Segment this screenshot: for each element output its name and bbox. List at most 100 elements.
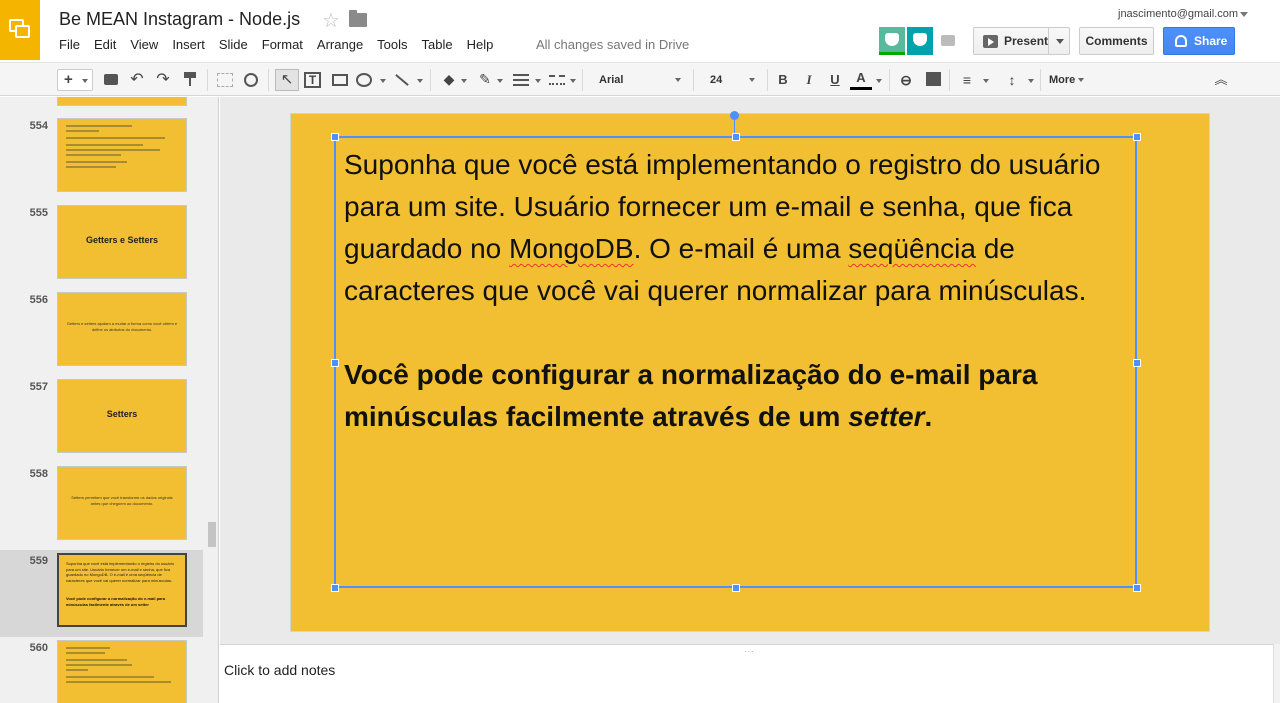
underline-button[interactable]: U: [827, 69, 843, 91]
notes-placeholder[interactable]: Click to add notes: [224, 662, 335, 678]
font-family-select[interactable]: Arial: [592, 69, 687, 91]
line-tool-dropdown-icon[interactable]: [414, 69, 423, 91]
menu-insert[interactable]: Insert: [165, 36, 212, 54]
resize-handle[interactable]: [331, 359, 339, 367]
border-weight-dropdown-icon[interactable]: [532, 69, 541, 91]
undo-icon[interactable]: ↶: [128, 69, 146, 91]
resize-handle[interactable]: [1133, 359, 1141, 367]
slides-logo-icon[interactable]: [0, 0, 40, 60]
fill-color-dropdown-icon[interactable]: [458, 69, 467, 91]
slide-thumbnail[interactable]: [57, 640, 187, 703]
toolbar-divider: [1040, 69, 1041, 91]
slide-text-body[interactable]: Suponha que você está implementando o re…: [344, 144, 1134, 438]
line-tool-icon[interactable]: [395, 74, 409, 86]
menu-bar: File Edit View Insert Slide Format Arran…: [52, 36, 500, 54]
align-icon[interactable]: ≡: [958, 69, 976, 91]
line-spacing-dropdown-icon[interactable]: [1025, 69, 1034, 91]
bold-button[interactable]: B: [775, 69, 791, 91]
slide-thumbnail-556[interactable]: 556 Getters e setters ajudam a mudar a f…: [0, 289, 203, 376]
shape-tool-dropdown-icon[interactable]: [377, 69, 386, 91]
slide-number: 558: [29, 468, 48, 480]
account-dropdown-icon[interactable]: [1240, 12, 1248, 17]
border-dash-icon[interactable]: [549, 75, 565, 85]
fill-color-icon[interactable]: ◆: [441, 72, 457, 86]
slide-thumbnail[interactable]: [57, 118, 187, 192]
resize-handle[interactable]: [1133, 133, 1141, 141]
resize-handle[interactable]: [732, 584, 740, 592]
folder-icon[interactable]: [349, 10, 367, 27]
font-size-select[interactable]: 24: [703, 69, 761, 91]
border-weight-icon[interactable]: [513, 74, 529, 86]
resize-handle[interactable]: [1133, 584, 1141, 592]
resize-handle[interactable]: [732, 133, 740, 141]
collaborator-avatar[interactable]: [907, 27, 933, 55]
text-run: . O e-mail é uma: [633, 233, 849, 264]
zoom-icon[interactable]: [244, 73, 258, 87]
border-dash-dropdown-icon[interactable]: [567, 69, 576, 91]
border-color-dropdown-icon[interactable]: [494, 69, 503, 91]
chat-icon[interactable]: [941, 35, 955, 46]
slide-thumbnail[interactable]: Suponha que você está implementando o re…: [57, 553, 187, 627]
present-button[interactable]: Present: [973, 27, 1070, 55]
current-slide[interactable]: Suponha que você está implementando o re…: [291, 111, 1209, 631]
menu-edit[interactable]: Edit: [87, 36, 123, 54]
user-email[interactable]: jnascimento@gmail.com: [1118, 8, 1238, 20]
slide-canvas: Suponha que você está implementando o re…: [220, 97, 1280, 644]
slide-thumbnail[interactable]: Setters permitem que você transforme os …: [57, 466, 187, 540]
slide-thumbnail-559[interactable]: 559 Suponha que você está implementando …: [0, 550, 203, 637]
slide-thumbnail[interactable]: Getters e setters ajudam a mudar a forma…: [57, 292, 187, 366]
menu-tools[interactable]: Tools: [370, 36, 414, 54]
rotate-handle[interactable]: [730, 111, 739, 120]
notes-scrollbar[interactable]: [1273, 644, 1280, 703]
textbox-tool-icon[interactable]: T: [304, 72, 321, 88]
present-options-icon[interactable]: [1056, 39, 1064, 44]
spellcheck-word[interactable]: seqüência: [848, 233, 976, 264]
italic-button[interactable]: I: [801, 69, 817, 91]
slide-thumbnail-560[interactable]: 560: [0, 637, 203, 703]
spellcheck-word[interactable]: MongoDB: [509, 233, 634, 264]
star-icon[interactable]: ☆: [322, 8, 340, 33]
line-spacing-icon[interactable]: ↕: [1003, 69, 1021, 91]
slide-thumbnail-557[interactable]: 557 Setters: [0, 376, 203, 463]
menu-format[interactable]: Format: [255, 36, 310, 54]
add-comment-icon[interactable]: [926, 72, 941, 86]
menu-slide[interactable]: Slide: [212, 36, 255, 54]
link-icon[interactable]: ⊖: [897, 69, 915, 91]
align-dropdown-icon[interactable]: [980, 69, 989, 91]
speaker-notes[interactable]: ··· Click to add notes: [220, 644, 1280, 703]
share-label: Share: [1194, 34, 1228, 48]
redo-icon[interactable]: ↷: [154, 69, 172, 91]
new-slide-button[interactable]: +: [57, 69, 93, 91]
plus-icon: +: [64, 71, 73, 88]
text-color-dropdown-icon[interactable]: [873, 69, 882, 91]
shape-tool-icon[interactable]: [356, 73, 372, 87]
slide-thumbnail[interactable]: [57, 97, 187, 106]
slide-thumbnail[interactable]: Setters: [57, 379, 187, 453]
border-color-icon[interactable]: ✎: [477, 72, 493, 86]
print-icon[interactable]: [104, 74, 118, 85]
filmstrip-scrollbar[interactable]: [208, 522, 216, 547]
slide-thumbnail-555[interactable]: 555 Getters e Setters: [0, 202, 203, 289]
menu-view[interactable]: View: [123, 36, 165, 54]
share-button[interactable]: Share: [1163, 27, 1235, 55]
slide-thumbnail-558[interactable]: 558 Setters permitem que você transforme…: [0, 463, 203, 550]
select-area-icon[interactable]: [217, 73, 233, 87]
paint-format-icon[interactable]: [182, 72, 198, 86]
slide-thumbnail[interactable]: Getters e Setters: [57, 205, 187, 279]
menu-arrange[interactable]: Arrange: [310, 36, 370, 54]
menu-help[interactable]: Help: [460, 36, 501, 54]
menu-table[interactable]: Table: [415, 36, 460, 54]
image-tool-icon[interactable]: [332, 74, 348, 86]
menu-file[interactable]: File: [52, 36, 87, 54]
notes-resize-grip-icon[interactable]: ···: [744, 647, 755, 656]
collapse-toolbar-icon[interactable]: ︽: [1214, 69, 1228, 91]
collaborator-avatar[interactable]: [879, 27, 905, 55]
text-color-button[interactable]: A: [850, 69, 872, 90]
more-menu[interactable]: More: [1049, 69, 1091, 91]
resize-handle[interactable]: [331, 133, 339, 141]
select-tool-icon[interactable]: ↖: [275, 69, 299, 91]
slide-thumbnail-554[interactable]: 554: [0, 115, 203, 202]
comments-button[interactable]: Comments: [1079, 27, 1154, 55]
document-title[interactable]: Be MEAN Instagram - Node.js: [59, 9, 300, 30]
resize-handle[interactable]: [331, 584, 339, 592]
